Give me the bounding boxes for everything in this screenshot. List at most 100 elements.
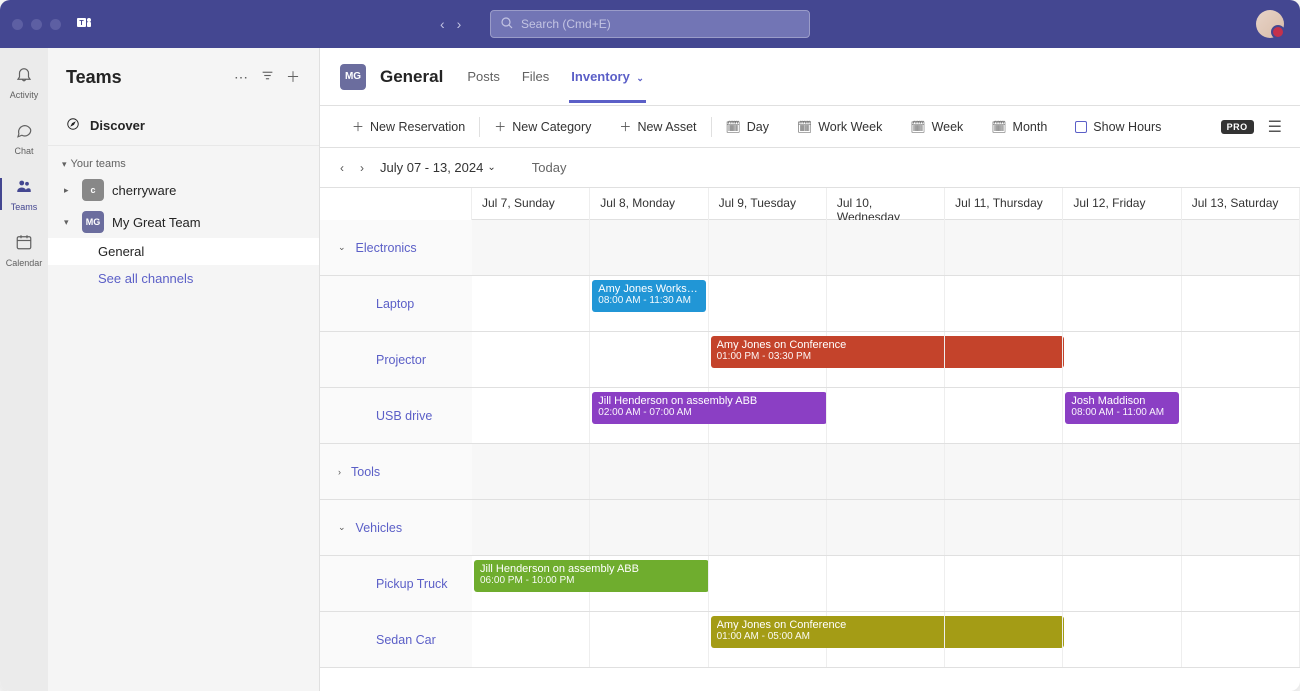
asset-label[interactable]: Laptop [320, 276, 472, 331]
day-cell[interactable] [1182, 332, 1300, 387]
day-cell[interactable]: Jill Henderson on assembly ABB06:00 PM -… [472, 556, 590, 611]
day-cell[interactable] [827, 276, 945, 331]
channel-general[interactable]: General [48, 238, 319, 265]
rail-calendar[interactable]: Calendar [0, 224, 48, 276]
day-cell[interactable] [945, 220, 1063, 275]
reservation-event[interactable]: Josh Maddison08:00 AM - 11:00 AM [1065, 392, 1178, 424]
day-cell[interactable] [945, 556, 1063, 611]
prev-week-icon[interactable]: ‹ [340, 161, 344, 175]
day-cell[interactable] [1182, 388, 1300, 443]
day-cell[interactable] [827, 556, 945, 611]
day-cell[interactable] [1182, 612, 1300, 667]
day-cell[interactable] [827, 444, 945, 499]
category-label[interactable]: ⌄Electronics [320, 220, 472, 275]
filter-icon[interactable] [257, 69, 277, 85]
asset-label[interactable]: Pickup Truck [320, 556, 472, 611]
add-team-icon[interactable]: ＋ [283, 67, 303, 87]
day-cell[interactable] [945, 276, 1063, 331]
day-cell[interactable] [472, 332, 590, 387]
day-cell[interactable] [1063, 444, 1181, 499]
day-cell[interactable] [1063, 500, 1181, 555]
day-cell[interactable] [1063, 556, 1181, 611]
day-cell[interactable] [1063, 332, 1181, 387]
day-cell[interactable]: Josh Maddison08:00 AM - 11:00 AM [1063, 388, 1181, 443]
day-cell[interactable] [1063, 612, 1181, 667]
day-cell[interactable] [709, 276, 827, 331]
day-cell[interactable] [709, 444, 827, 499]
day-cell[interactable] [1182, 556, 1300, 611]
new-reservation-button[interactable]: ＋New Reservation [338, 106, 479, 147]
day-cell[interactable]: Amy Jones on Conference01:00 AM - 05:00 … [709, 612, 827, 667]
day-cell[interactable] [945, 500, 1063, 555]
team-my-great-team[interactable]: ▾ MG My Great Team [48, 206, 319, 238]
user-avatar[interactable] [1256, 10, 1284, 38]
tab-posts[interactable]: Posts [465, 51, 502, 102]
day-cell[interactable] [709, 500, 827, 555]
day-cell[interactable] [1182, 220, 1300, 275]
day-cell[interactable] [1182, 500, 1300, 555]
day-cell[interactable] [1063, 276, 1181, 331]
search-bar[interactable] [490, 10, 810, 38]
day-cell[interactable] [709, 556, 827, 611]
day-cell[interactable] [472, 220, 590, 275]
nav-back-icon[interactable]: ‹ [440, 16, 445, 32]
asset-label[interactable]: Projector [320, 332, 472, 387]
day-cell[interactable] [945, 444, 1063, 499]
day-cell[interactable] [590, 612, 708, 667]
day-cell[interactable] [472, 276, 590, 331]
new-asset-button[interactable]: ＋New Asset [605, 106, 710, 147]
day-cell[interactable]: Amy Jones on Conference01:00 PM - 03:30 … [709, 332, 827, 387]
day-cell[interactable] [590, 500, 708, 555]
asset-label[interactable]: USB drive [320, 388, 472, 443]
nav-forward-icon[interactable]: › [457, 16, 462, 32]
day-cell[interactable] [1182, 444, 1300, 499]
team-cherryware[interactable]: ▸ c cherryware [48, 174, 319, 206]
today-button[interactable]: Today [532, 160, 567, 175]
discover-button[interactable]: Discover [48, 106, 319, 146]
week-view-button[interactable]: 🗓Week [896, 106, 977, 147]
day-cell[interactable] [709, 220, 827, 275]
day-cell[interactable]: Jill Henderson on assembly ABB02:00 AM -… [590, 388, 708, 443]
rail-teams[interactable]: Teams [0, 168, 48, 220]
day-cell[interactable] [1063, 220, 1181, 275]
rail-activity[interactable]: Activity [0, 56, 48, 108]
day-cell[interactable] [827, 612, 945, 667]
tab-files[interactable]: Files [520, 51, 551, 102]
asset-label[interactable]: Sedan Car [320, 612, 472, 667]
day-cell[interactable] [945, 332, 1063, 387]
day-cell[interactable] [590, 220, 708, 275]
date-range-picker[interactable]: July 07 - 13, 2024 ⌄ [380, 160, 496, 175]
day-cell[interactable] [827, 500, 945, 555]
day-cell[interactable] [945, 612, 1063, 667]
workweek-view-button[interactable]: 🗓Work Week [783, 106, 896, 147]
window-controls[interactable] [12, 19, 61, 30]
show-hours-toggle[interactable]: Show Hours [1061, 106, 1175, 147]
day-cell[interactable] [590, 332, 708, 387]
day-cell[interactable] [945, 388, 1063, 443]
next-week-icon[interactable]: › [360, 161, 364, 175]
category-label[interactable]: ⌄Vehicles [320, 500, 472, 555]
hamburger-icon[interactable]: ☰ [1268, 117, 1282, 137]
more-icon[interactable]: ⋯ [231, 69, 251, 86]
month-view-button[interactable]: 🗓Month [977, 106, 1061, 147]
see-all-channels[interactable]: See all channels [48, 265, 319, 292]
reservation-event[interactable]: Amy Jones Workshop08:00 AM - 11:30 AM [592, 280, 705, 312]
day-cell[interactable] [827, 332, 945, 387]
tab-inventory[interactable]: Inventory ⌄ [569, 51, 646, 102]
category-label[interactable]: ›Tools [320, 444, 472, 499]
day-cell[interactable] [590, 444, 708, 499]
day-cell[interactable] [827, 220, 945, 275]
day-cell[interactable] [472, 388, 590, 443]
day-cell[interactable] [590, 556, 708, 611]
day-cell[interactable] [709, 388, 827, 443]
day-cell[interactable] [827, 388, 945, 443]
rail-chat[interactable]: Chat [0, 112, 48, 164]
search-input[interactable] [521, 17, 799, 31]
day-cell[interactable] [1182, 276, 1300, 331]
day-cell[interactable]: Amy Jones Workshop08:00 AM - 11:30 AM [590, 276, 708, 331]
day-view-button[interactable]: 🗓Day [712, 106, 783, 147]
day-cell[interactable] [472, 612, 590, 667]
day-cell[interactable] [472, 500, 590, 555]
new-category-button[interactable]: ＋New Category [480, 106, 605, 147]
your-teams-label[interactable]: Your teams [48, 154, 319, 174]
